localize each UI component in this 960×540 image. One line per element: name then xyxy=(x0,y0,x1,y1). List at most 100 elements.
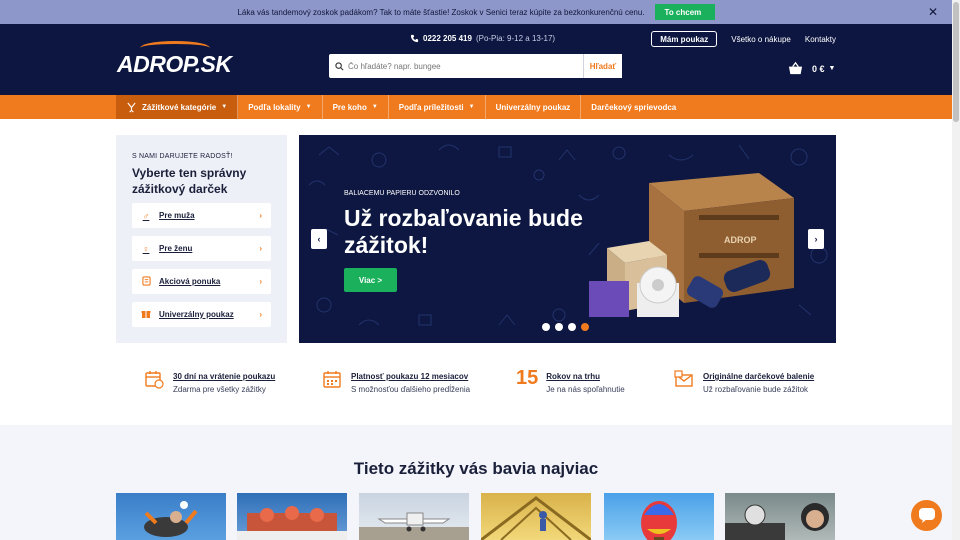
scrollbar[interactable] xyxy=(952,0,960,540)
nav-label: Pre koho xyxy=(332,102,367,112)
phone-icon xyxy=(410,34,419,43)
banner-next-arrow[interactable]: › xyxy=(808,229,824,249)
nav-label: Podľa lokality xyxy=(248,102,301,112)
feature-title[interactable]: 30 dní na vrátenie poukazu xyxy=(173,372,275,381)
nav-label: Univerzálny poukaz xyxy=(495,102,571,112)
nav-item-occasion[interactable]: Podľa príležitosti ▼ xyxy=(389,95,486,119)
banner-dot[interactable] xyxy=(568,323,576,331)
chevron-right-icon: › xyxy=(259,310,262,319)
chevron-right-icon: › xyxy=(259,277,262,286)
nav-item-gift-guide[interactable]: Darčekový sprievodca xyxy=(581,95,686,119)
cart-total: 0 € xyxy=(812,63,825,74)
banner-title: Už rozbaľovanie bude zážitok! xyxy=(344,205,583,258)
main-nav: Zážitkové kategórie ▼ Podľa lokality ▼ P… xyxy=(0,95,952,119)
search-bar: Hľadať xyxy=(329,54,622,78)
panel-eyebrow: S NAMI DARUJETE RADOSŤ! xyxy=(132,153,233,160)
nav-label: Podľa príležitosti xyxy=(398,102,464,112)
search-input[interactable] xyxy=(348,61,568,71)
sidepanel-item-label: Pre muža xyxy=(159,211,195,220)
nav-item-for-whom[interactable]: Pre koho ▼ xyxy=(323,95,389,119)
nav-item-categories[interactable]: Zážitkové kategórie ▼ xyxy=(116,95,239,119)
gift-box-illustration: ADROP xyxy=(589,173,794,317)
thumb-hangar[interactable] xyxy=(481,493,591,540)
feature-title[interactable]: Originálne darčekové balenie xyxy=(703,372,814,381)
chevron-right-icon: › xyxy=(259,211,262,220)
banner-prev-arrow[interactable]: ‹ xyxy=(311,229,327,249)
promo-cta-button[interactable]: To chcem xyxy=(654,4,715,20)
features-row: 30 dní na vrátenie poukazu Zdarma pre vš… xyxy=(116,366,836,402)
thumb-skydiving[interactable] xyxy=(116,493,226,540)
gift-icon xyxy=(140,309,152,321)
calendar-return-icon xyxy=(145,371,164,389)
banner-dots xyxy=(542,323,594,331)
banner-dot-active[interactable] xyxy=(581,323,589,331)
gift-envelope-icon xyxy=(674,370,693,387)
sidepanel-item-sale[interactable]: Akciová ponuka › xyxy=(132,269,271,294)
feature-text: Platnosť poukazu 12 mesiacov S možnosťou… xyxy=(351,366,470,394)
close-icon[interactable]: ✕ xyxy=(928,5,938,19)
thumb-rescue[interactable] xyxy=(237,493,347,540)
nav-item-universal-voucher[interactable]: Univerzálny poukaz xyxy=(486,95,582,119)
link-contacts[interactable]: Kontakty xyxy=(805,35,836,44)
nav-items: Zážitkové kategórie ▼ Podľa lokality ▼ P… xyxy=(116,95,686,119)
scrollbar-thumb[interactable] xyxy=(953,2,959,122)
banner-eyebrow: BALIACEMU PAPIERU ODZVONILO xyxy=(344,190,460,197)
sale-tag-icon xyxy=(140,275,152,288)
feature-number: 15 xyxy=(516,367,539,389)
feature-validity: Platnosť poukazu 12 mesiacov S možnosťou… xyxy=(322,366,470,394)
feature-title[interactable]: Platnosť poukazu 12 mesiacov xyxy=(351,372,470,381)
sidepanel-item-label: Pre ženu xyxy=(159,244,193,253)
chat-button[interactable] xyxy=(911,500,942,531)
chevron-left-icon: ‹ xyxy=(317,234,321,244)
banner-more-button[interactable]: Viac > xyxy=(344,268,397,292)
opening-hours: (Po-Pia: 9-12 a 13-17) xyxy=(475,34,556,43)
sidepanel-item-women[interactable]: ♀ Pre ženu › xyxy=(132,236,271,261)
promo-bar: Láka vás tandemový zoskok padákom? Tak t… xyxy=(0,0,952,24)
feature-years: 15 Rokov na trhu Je na nás spoľahnutie xyxy=(516,366,625,394)
banner-dot[interactable] xyxy=(542,323,550,331)
voucher-button[interactable]: Mám poukaz xyxy=(651,31,718,47)
nav-label: Darčekový sprievodca xyxy=(591,102,677,112)
thumb-balloon[interactable] xyxy=(604,493,714,540)
thumb-helicopter[interactable] xyxy=(725,493,835,540)
section-title: Tieto zážitky vás bavia najviac xyxy=(353,459,599,478)
sidepanel-item-universal-voucher[interactable]: Univerzálny poukaz › xyxy=(132,302,271,327)
gift-finder-panel: S NAMI DARUJETE RADOSŤ! Vyberte ten sprá… xyxy=(116,135,287,343)
search-button[interactable]: Hľadať xyxy=(583,54,622,78)
cart[interactable]: 0 € ▼ xyxy=(788,61,835,76)
banner-dot[interactable] xyxy=(555,323,563,331)
gift-box-brand: ADROP xyxy=(724,235,757,245)
hero-banner[interactable]: BALIACEMU PAPIERU ODZVONILO Už rozbaľova… xyxy=(299,135,836,343)
chevron-down-icon: ▼ xyxy=(468,104,475,110)
feature-sub: Zdarma pre všetky zážitky xyxy=(173,385,266,394)
sidepanel-item-men[interactable]: ♂ Pre muža › xyxy=(132,203,271,228)
chevron-right-icon: › xyxy=(814,234,818,244)
chevron-right-icon: › xyxy=(259,244,262,253)
feature-text: Originálne darčekové balenie Už rozbaľov… xyxy=(703,366,814,394)
top-links: Mám poukaz Všetko o nákupe Kontakty xyxy=(651,31,836,47)
search-field xyxy=(329,54,583,78)
phone-info: 0222 205 419 (Po-Pia: 9-12 a 13-17) xyxy=(410,34,555,43)
chevron-down-icon: ▼ xyxy=(221,104,228,110)
feature-return: 30 dní na vrátenie poukazu Zdarma pre vš… xyxy=(144,366,275,394)
basket-icon xyxy=(788,61,803,75)
promo-text: Láka vás tandemový zoskok padákom? Tak t… xyxy=(237,7,645,17)
logo[interactable]: ADROP.SK xyxy=(117,51,232,78)
male-icon: ♂ xyxy=(142,210,150,221)
search-icon xyxy=(335,61,344,70)
chat-bubble-icon xyxy=(918,508,935,523)
sidepanel-item-label: Univerzálny poukaz xyxy=(159,310,234,319)
nav-item-location[interactable]: Podľa lokality ▼ xyxy=(238,95,323,119)
popular-experiences: Tieto zážitky vás bavia najviac xyxy=(0,425,952,540)
panel-title: Vyberte ten správny zážitkový darček xyxy=(132,166,247,196)
feature-text: Rokov na trhu Je na nás spoľahnutie xyxy=(546,366,624,394)
link-shopping-info[interactable]: Všetko o nákupe xyxy=(731,35,791,44)
feature-sub: Už rozbaľovanie bude zážitok xyxy=(703,385,809,394)
feature-title[interactable]: Rokov na trhu xyxy=(546,372,624,381)
feature-sub: Je na nás spoľahnutie xyxy=(546,385,625,394)
phone-number[interactable]: 0222 205 419 xyxy=(423,34,472,43)
calendar-icon xyxy=(323,371,341,388)
site-header: ADROP.SK 0222 205 419 (Po-Pia: 9-12 a 13… xyxy=(0,24,952,95)
female-icon: ♀ xyxy=(142,243,150,254)
thumb-airplane[interactable] xyxy=(359,493,469,540)
